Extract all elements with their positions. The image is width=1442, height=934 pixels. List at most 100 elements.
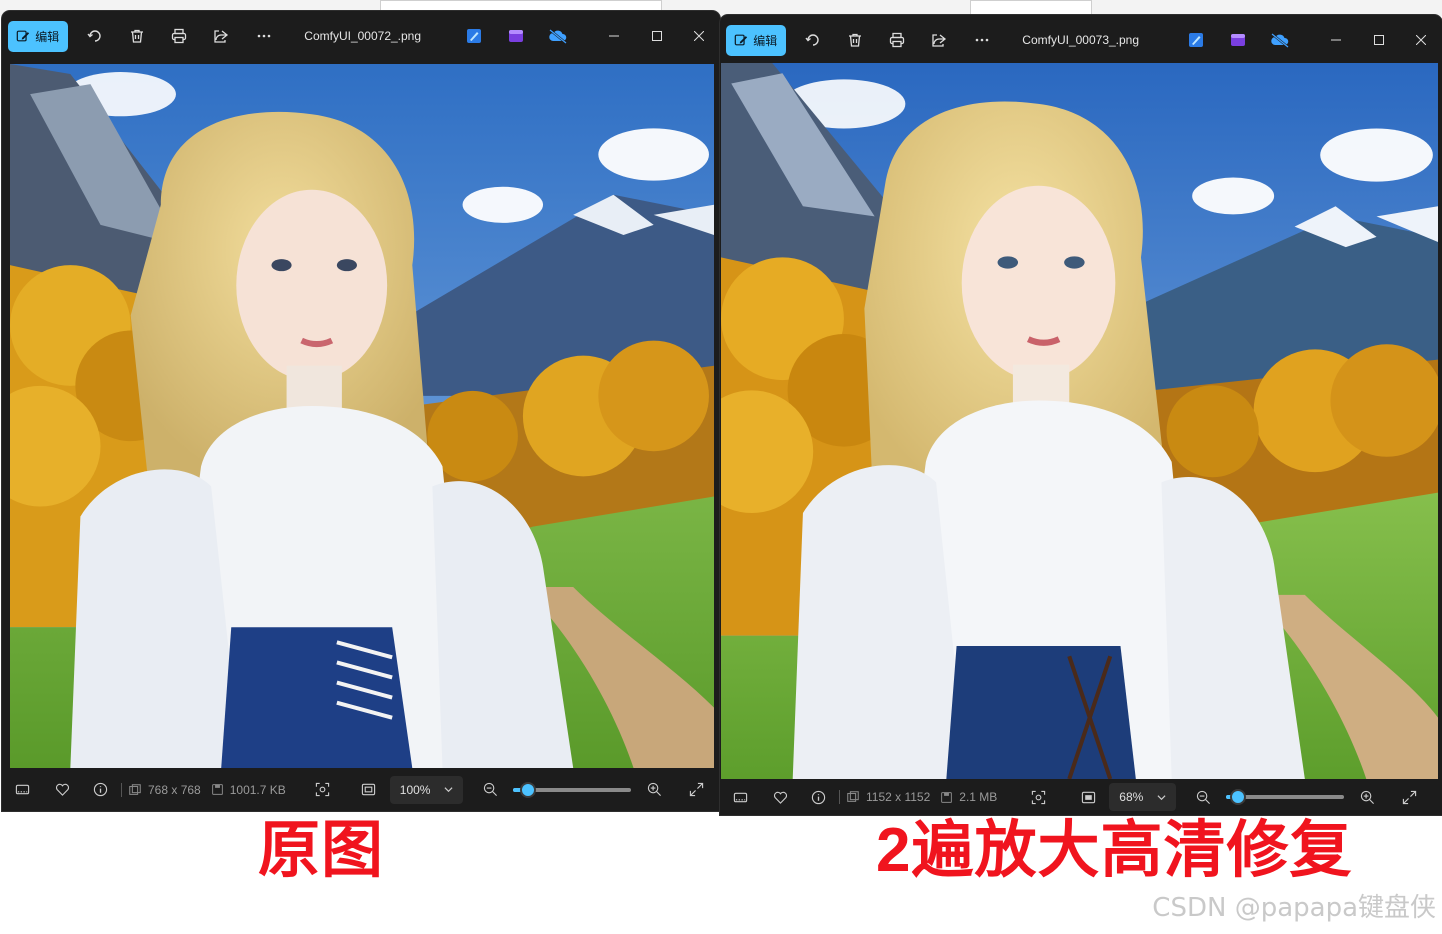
zoom-slider[interactable] <box>1226 789 1345 805</box>
watermark: CSDN @papapa键盘侠 <box>1152 893 1436 923</box>
edit-button-label: 编辑 <box>753 33 778 48</box>
zoom-out-icon <box>483 782 497 796</box>
designer-app-icon <box>466 29 481 43</box>
file-info-button[interactable] <box>803 782 833 812</box>
filmstrip-icon <box>733 792 747 802</box>
title-bar: 编辑 ComfyUI_00072_.png <box>2 11 720 61</box>
favorite-button[interactable] <box>765 782 795 812</box>
delete-button[interactable] <box>116 20 158 52</box>
maximize-icon <box>651 31 662 41</box>
fit-to-subject-button[interactable] <box>308 775 338 805</box>
maximize-button[interactable] <box>1358 24 1400 56</box>
dimensions-text: 1152 x 1152 <box>866 790 931 804</box>
status-bar: 1152 x 1152 2.1 MB 68% <box>720 779 1442 815</box>
caption-original: 原图 <box>258 816 385 885</box>
filmstrip-button[interactable] <box>725 782 755 812</box>
info-icon <box>93 782 107 797</box>
rotate-button[interactable] <box>792 24 834 56</box>
close-icon <box>1415 35 1426 45</box>
minimize-icon <box>1331 39 1342 41</box>
share-button[interactable] <box>918 24 960 56</box>
rotate-button[interactable] <box>74 20 116 52</box>
print-button[interactable] <box>876 24 918 56</box>
focus-frame-icon <box>316 782 330 797</box>
file-size-text: 2.1 MB <box>959 790 998 804</box>
clipchamp-app-button[interactable] <box>1217 24 1259 56</box>
zoom-level-value: 68% <box>1119 790 1144 804</box>
zoom-out-icon <box>1196 790 1210 804</box>
cloud-off-icon <box>549 29 567 44</box>
share-button[interactable] <box>200 20 242 52</box>
printer-icon <box>171 28 187 44</box>
designer-app-button[interactable] <box>1175 24 1217 56</box>
zoom-out-button[interactable] <box>1188 782 1218 812</box>
fit-window-icon <box>1081 791 1095 803</box>
rotate-icon <box>87 30 101 42</box>
fullscreen-button[interactable] <box>681 775 711 805</box>
zoom-in-button[interactable] <box>639 775 669 805</box>
chevron-down-icon <box>444 787 453 793</box>
fit-to-subject-button[interactable] <box>1023 782 1053 812</box>
more-dots-icon <box>975 38 988 42</box>
edit-image-icon <box>734 34 748 46</box>
zoom-slider-thumb[interactable] <box>519 781 536 798</box>
designer-app-button[interactable] <box>453 20 495 52</box>
print-button[interactable] <box>158 20 200 52</box>
portrait-image <box>721 63 1438 779</box>
zoom-in-icon <box>1360 790 1374 804</box>
expand-icon <box>1402 790 1416 804</box>
onedrive-status-button[interactable] <box>1259 24 1301 56</box>
disk-icon <box>941 791 953 803</box>
fit-to-window-button[interactable] <box>1073 782 1103 812</box>
maximize-button[interactable] <box>636 20 678 52</box>
image-viewport[interactable] <box>10 64 714 768</box>
photos-window-original: 编辑 ComfyUI_00072_.png 768 x 768 1001.7 K… <box>2 11 720 811</box>
portrait-image <box>10 64 714 768</box>
minimize-button[interactable] <box>593 20 635 52</box>
edit-image-icon <box>16 30 30 42</box>
background-document <box>970 0 1092 16</box>
image-viewport[interactable] <box>721 63 1438 779</box>
clipchamp-app-button[interactable] <box>495 20 537 52</box>
favorite-button[interactable] <box>47 775 77 805</box>
more-options-button[interactable] <box>960 24 1002 56</box>
share-icon <box>932 34 947 47</box>
more-options-button[interactable] <box>242 20 284 52</box>
zoom-level-select[interactable]: 68% <box>1109 783 1177 811</box>
file-info-button[interactable] <box>85 775 115 805</box>
fullscreen-button[interactable] <box>1394 782 1424 812</box>
cloud-off-icon <box>1271 33 1289 48</box>
rotate-icon <box>805 34 819 46</box>
zoom-level-select[interactable]: 100% <box>389 775 464 804</box>
fit-to-window-button[interactable] <box>354 775 384 805</box>
file-size-text: 1001.7 KB <box>229 782 286 797</box>
zoom-slider[interactable] <box>513 781 632 798</box>
clipchamp-app-icon <box>1230 34 1245 46</box>
zoom-out-button[interactable] <box>475 775 505 805</box>
close-button[interactable] <box>678 20 720 52</box>
edit-button[interactable]: 编辑 <box>8 20 68 52</box>
clipchamp-app-icon <box>508 30 523 42</box>
disk-icon <box>211 784 223 795</box>
heart-icon <box>55 783 69 796</box>
file-name: ComfyUI_00072_.png <box>304 29 422 43</box>
focus-frame-icon <box>1031 790 1045 804</box>
zoom-slider-thumb[interactable] <box>1230 789 1247 805</box>
onedrive-status-button[interactable] <box>537 20 579 52</box>
share-icon <box>214 30 229 43</box>
title-bar: 编辑 ComfyUI_00073_.png <box>720 15 1442 65</box>
close-button[interactable] <box>1400 24 1442 56</box>
image-dimensions: 1152 x 1152 <box>846 790 930 804</box>
zoom-in-button[interactable] <box>1352 782 1382 812</box>
zoom-in-icon <box>647 782 661 796</box>
chevron-down-icon <box>1157 794 1166 800</box>
filmstrip-button[interactable] <box>7 775 37 805</box>
designer-app-icon <box>1188 33 1203 47</box>
divider <box>121 782 122 797</box>
more-dots-icon <box>257 34 270 38</box>
edit-button-label: 编辑 <box>35 29 60 44</box>
minimize-button[interactable] <box>1315 24 1357 56</box>
edit-button[interactable]: 编辑 <box>726 24 786 56</box>
printer-icon <box>889 32 905 48</box>
delete-button[interactable] <box>834 24 876 56</box>
